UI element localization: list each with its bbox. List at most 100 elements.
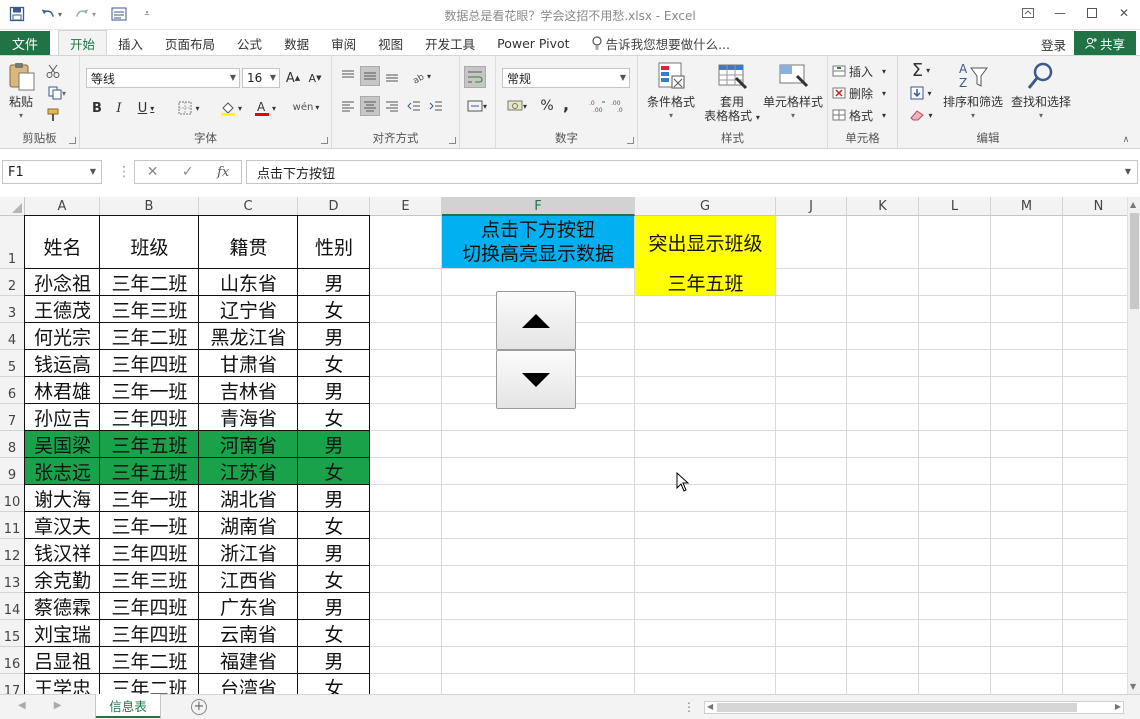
table-cell[interactable]: 男	[298, 539, 370, 566]
row-header-3[interactable]: 3	[0, 296, 25, 323]
vertical-scrollbar[interactable]: ▲ ▼	[1127, 197, 1140, 694]
row-header-6[interactable]: 6	[0, 377, 25, 404]
table-cell[interactable]: 三年五班	[100, 458, 199, 485]
horizontal-scrollbar[interactable]: ◀ ▶	[704, 701, 1124, 714]
table-header-cell[interactable]: 性别	[298, 224, 370, 269]
column-header-k[interactable]: K	[847, 197, 919, 216]
restore-icon[interactable]	[1076, 0, 1108, 26]
class-label-cell[interactable]: 突出显示班级	[635, 216, 776, 269]
table-cell[interactable]: 三年二班	[100, 323, 199, 350]
insert-cells-button[interactable]: 插入 ▾	[832, 62, 894, 80]
close-icon[interactable]: ✕	[1108, 0, 1140, 26]
clear-icon[interactable]: ▾	[904, 106, 938, 124]
sheet-tab-active[interactable]: 信息表	[96, 694, 160, 718]
row-header-10[interactable]: 10	[0, 485, 25, 512]
table-cell[interactable]: 林君雄	[25, 377, 100, 404]
table-cell[interactable]: 男	[298, 377, 370, 404]
column-header-c[interactable]: C	[199, 197, 298, 216]
add-sheet-icon[interactable]: +	[191, 699, 207, 715]
worksheet-grid[interactable]: A B C D E F G J K L M N 1 2 3 4 5 6 7 8 9 10 11 12 13 14 15 16 17 点击下…	[0, 197, 1127, 694]
comma-button[interactable]: ,	[558, 94, 574, 114]
row-header-7[interactable]: 7	[0, 404, 25, 431]
fill-icon[interactable]: ▾	[904, 84, 938, 102]
table-cell[interactable]: 孙应吉	[25, 404, 100, 431]
table-cell[interactable]: 三年四班	[100, 404, 199, 431]
table-cell[interactable]: 湖南省	[199, 512, 298, 539]
table-cell[interactable]: 余克勤	[25, 566, 100, 593]
row-header-17[interactable]: 17	[0, 674, 25, 694]
table-cell[interactable]: 浙江省	[199, 539, 298, 566]
table-cell[interactable]: 蔡德霖	[25, 593, 100, 620]
table-cell[interactable]: 男	[298, 323, 370, 350]
format-cells-button[interactable]: 格式 ▾	[832, 106, 894, 124]
cell-styles-button[interactable]: 单元格样式 ▾	[760, 60, 826, 123]
accounting-icon[interactable]: ▾	[502, 96, 532, 116]
tab-formulas[interactable]: 公式	[226, 30, 273, 56]
row-header-14[interactable]: 14	[0, 593, 25, 620]
table-cell[interactable]: 女	[298, 404, 370, 431]
table-cell[interactable]: 三年三班	[100, 296, 199, 323]
name-box[interactable]: F1 ▼	[2, 160, 102, 184]
table-cell[interactable]: 三年二班	[100, 269, 199, 296]
row-header-11[interactable]: 11	[0, 512, 25, 539]
table-cell[interactable]: 甘肃省	[199, 350, 298, 377]
table-cell[interactable]: 女	[298, 620, 370, 647]
sort-filter-button[interactable]: AZ 排序和筛选 ▾	[940, 60, 1006, 123]
expand-formula-icon[interactable]: ▼	[1125, 167, 1131, 176]
row-header-16[interactable]: 16	[0, 647, 25, 674]
table-cell[interactable]: 江西省	[199, 566, 298, 593]
table-cell[interactable]: 钱运高	[25, 350, 100, 377]
table-cell[interactable]: 张志远	[25, 458, 100, 485]
align-left-icon[interactable]	[338, 96, 358, 116]
italic-button[interactable]: I	[110, 98, 128, 118]
table-cell[interactable]: 三年五班	[100, 431, 199, 458]
table-cell[interactable]: 台湾省	[199, 674, 298, 694]
border-icon[interactable]: ▾	[174, 98, 204, 118]
alignment-launcher-icon[interactable]	[449, 137, 456, 144]
select-all-button[interactable]	[0, 197, 25, 216]
row-header-5[interactable]: 5	[0, 350, 25, 377]
table-cell[interactable]: 黑龙江省	[199, 323, 298, 350]
column-header-e[interactable]: E	[370, 197, 442, 216]
table-cell[interactable]: 章汉夫	[25, 512, 100, 539]
number-launcher-icon[interactable]	[627, 137, 634, 144]
table-cell[interactable]: 王德茂	[25, 296, 100, 323]
tab-review[interactable]: 审阅	[320, 30, 367, 56]
cancel-icon[interactable]: ✕	[147, 164, 159, 180]
row-header-13[interactable]: 13	[0, 566, 25, 593]
wrap-text-icon[interactable]	[464, 66, 486, 88]
spin-down-button[interactable]	[496, 350, 576, 409]
row-header-12[interactable]: 12	[0, 539, 25, 566]
table-cell[interactable]: 江苏省	[199, 458, 298, 485]
tell-me-box[interactable]: 告诉我您想要做什么...	[581, 30, 741, 56]
table-cell[interactable]: 山东省	[199, 269, 298, 296]
tab-page-layout[interactable]: 页面布局	[154, 30, 226, 56]
table-cell[interactable]: 三年一班	[100, 377, 199, 404]
percent-button[interactable]: %	[538, 96, 556, 116]
shrink-font-icon[interactable]: A ▼	[306, 68, 324, 88]
table-cell[interactable]: 云南省	[199, 620, 298, 647]
tab-insert[interactable]: 插入	[107, 30, 154, 56]
table-cell[interactable]: 辽宁省	[199, 296, 298, 323]
table-cell[interactable]: 钱汉祥	[25, 539, 100, 566]
scroll-left-icon[interactable]: ◀	[707, 702, 713, 711]
tab-data[interactable]: 数据	[273, 30, 320, 56]
table-cell[interactable]: 吉林省	[199, 377, 298, 404]
table-cell[interactable]: 广东省	[199, 593, 298, 620]
table-cell[interactable]: 三年四班	[100, 350, 199, 377]
table-cell[interactable]: 吕显祖	[25, 647, 100, 674]
conditional-format-button[interactable]: 条件格式 ▾	[642, 60, 700, 123]
column-header-m[interactable]: M	[991, 197, 1063, 216]
share-button[interactable]: 共享	[1074, 31, 1136, 55]
table-cell[interactable]: 三年二班	[100, 647, 199, 674]
table-cell[interactable]: 男	[298, 647, 370, 674]
prev-sheet-icon[interactable]: ◀	[18, 700, 26, 711]
vertical-scroll-thumb[interactable]	[1130, 213, 1139, 309]
table-cell[interactable]: 刘宝瑞	[25, 620, 100, 647]
table-cell[interactable]: 何光宗	[25, 323, 100, 350]
column-header-g[interactable]: G	[635, 197, 776, 216]
clipboard-launcher-icon[interactable]	[69, 137, 76, 144]
table-cell[interactable]: 女	[298, 512, 370, 539]
column-header-d[interactable]: D	[298, 197, 370, 216]
row-header-4[interactable]: 4	[0, 323, 25, 350]
